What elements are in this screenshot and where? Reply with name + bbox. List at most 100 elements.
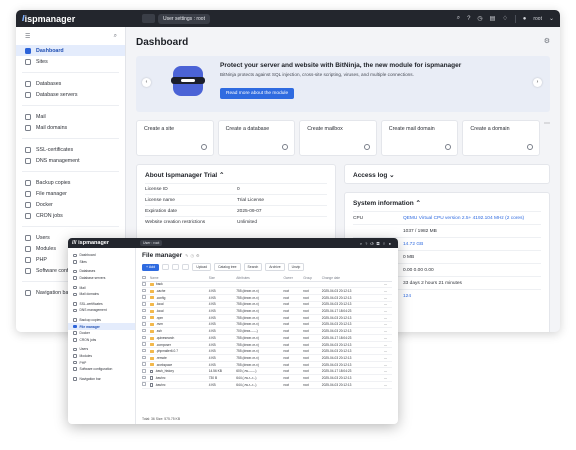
fm-sidebar-item-dns-management[interactable]: DNS management xyxy=(68,307,135,314)
search-button[interactable]: Search xyxy=(243,263,263,271)
row-checkbox[interactable] xyxy=(142,294,150,302)
table-row[interactable]: .npm 4 KB 755 (drwxr-xr-x) root root 2025-04-… xyxy=(142,314,392,322)
row-actions-icon[interactable]: ⋯ xyxy=(384,327,392,335)
table-row[interactable]: .remote 4 KB 755 (drwxr-xr-x) root root 2025-… xyxy=(142,354,392,362)
sidebar-search-icon[interactable]: ⌕ xyxy=(114,33,117,40)
row-checkbox[interactable] xyxy=(142,321,150,329)
row-checkbox[interactable] xyxy=(142,287,150,295)
row-checkbox[interactable] xyxy=(142,381,150,389)
sidebar-item-docker[interactable]: Docker xyxy=(16,199,125,210)
create-mail-domain-card[interactable]: Create mail domain xyxy=(380,120,459,156)
row-actions-icon[interactable]: ⋯ xyxy=(384,301,392,309)
history-icon[interactable]: ◷ xyxy=(477,15,482,22)
gear-icon[interactable]: ⚙ xyxy=(544,37,550,45)
row-checkbox[interactable] xyxy=(142,341,150,349)
row-checkbox[interactable] xyxy=(142,361,150,369)
read-more-button[interactable]: Read more about the module xyxy=(220,88,295,99)
table-row[interactable]: back ⋯ xyxy=(142,281,392,289)
trial-title[interactable]: About Ispmanager Trial ⌃ xyxy=(145,171,327,179)
carousel-prev-button[interactable]: ‹ xyxy=(142,78,151,87)
fm-top-icons[interactable]: ⌕?◷▤♢● xyxy=(360,241,394,246)
row-actions-icon[interactable]: ⋯ xyxy=(384,321,392,329)
fm-sidebar-item-dashboard[interactable]: Dashboard xyxy=(68,252,135,259)
file-name-cell[interactable]: .composer xyxy=(150,341,209,349)
sidebar-item-ssl-certificates[interactable]: SSL-certificates xyxy=(16,144,125,155)
catalog-tree-button[interactable]: Catalog tree xyxy=(214,263,241,271)
access-log-panel[interactable]: Access log ⌄ xyxy=(344,164,550,184)
row-checkbox[interactable] xyxy=(142,367,150,376)
table-row[interactable]: .nvm 4 KB 755 (drwxr-xr-x) root root 2025-04-… xyxy=(142,321,392,329)
fm-sidebar-item-cron-jobs[interactable]: CRON jobs xyxy=(68,337,135,344)
file-name-cell[interactable]: .bash_history xyxy=(150,367,209,376)
more-icon[interactable]: ⋯ xyxy=(544,120,550,156)
table-row[interactable]: .local 4 KB 755 (drwxr-xr-x) root root 2025-0… xyxy=(142,307,392,315)
system-info-title[interactable]: System information ⌃ xyxy=(353,199,541,207)
table-row[interactable]: .phpmailer6.0.7 4 KB 755 (drwxr-xr-x) root r… xyxy=(142,347,392,356)
breadcrumb-pill[interactable]: User settings : root xyxy=(158,13,210,24)
table-row[interactable]: .bashrc 4 KB 644 (-rw-r--r--) root root 2025-… xyxy=(142,381,392,389)
row-actions-icon[interactable]: ⋯ xyxy=(384,281,392,289)
add-button[interactable]: + Add xyxy=(142,263,160,271)
fm-sidebar-item-mail-domains[interactable]: Mail domains xyxy=(68,291,135,298)
file-name-cell[interactable]: .phpmailer6.0.7 xyxy=(150,347,209,356)
carousel-next-button[interactable]: › xyxy=(533,78,542,87)
upload-button[interactable]: Upload xyxy=(192,263,212,271)
file-name-cell[interactable]: .bashrc xyxy=(150,374,209,382)
table-row[interactable]: .composer 4 KB 755 (drwxr-xr-x) root root 202… xyxy=(142,341,392,349)
fm-sidebar-item-software-configuration[interactable]: Software configuration xyxy=(68,366,135,373)
fm-sidebar-item-file-manager[interactable]: File manager xyxy=(68,323,135,330)
table-row[interactable]: .cache 4 KB 755 (drwxr-xr-x) root root 2025-0… xyxy=(142,287,392,295)
row-actions-icon[interactable]: ⋯ xyxy=(384,287,392,295)
file-name-cell[interactable]: .local xyxy=(150,301,209,309)
sidebar-item-databases[interactable]: Databases xyxy=(16,78,125,89)
create-database-card[interactable]: Create a database xyxy=(217,120,296,156)
create-site-card[interactable]: Create a site xyxy=(136,120,214,156)
file-name-cell[interactable]: .ssh xyxy=(150,327,209,335)
table-row[interactable]: .workspace 4 KB 755 (drwxr-xr-x) root root 20… xyxy=(142,361,392,369)
sidebar-item-cron-jobs[interactable]: CRON jobs xyxy=(16,210,125,221)
table-row[interactable]: .quinesearch 4 KB 755 (drwxr-xr-x) root root… xyxy=(142,334,392,342)
system-info-value[interactable]: QEMU Virtual CPU version 2.5+ 4192.104 M… xyxy=(403,216,541,221)
file-name-cell[interactable]: .local xyxy=(150,307,209,315)
create-mailbox-card[interactable]: Create mailbox xyxy=(299,120,377,156)
row-actions-icon[interactable]: ⋯ xyxy=(384,381,392,389)
file-name-cell[interactable]: .nvm xyxy=(150,321,209,329)
copy-icon[interactable] xyxy=(172,264,180,270)
row-checkbox[interactable] xyxy=(142,354,150,362)
row-checkbox[interactable] xyxy=(142,307,150,315)
file-name-cell[interactable]: .npm xyxy=(150,314,209,322)
table-row[interactable]: .config 4 KB 755 (drwxr-xr-x) root root 2025-… xyxy=(142,294,392,302)
row-actions-icon[interactable]: ⋯ xyxy=(384,294,392,302)
sidebar-item-dns-management[interactable]: DNS management xyxy=(16,155,125,166)
file-name-cell[interactable]: .bashrc xyxy=(150,381,209,389)
row-actions-icon[interactable]: ⋯ xyxy=(384,367,392,376)
menu-icon[interactable]: ☰ xyxy=(25,33,30,40)
fm-sidebar-item-php[interactable]: PHP xyxy=(68,359,135,366)
fm-sidebar-item-modules[interactable]: Modules xyxy=(68,353,135,360)
sidebar-item-dashboard[interactable]: Dashboard xyxy=(16,45,125,56)
row-actions-icon[interactable]: ⋯ xyxy=(384,334,392,342)
row-actions-icon[interactable]: ⋯ xyxy=(384,354,392,362)
row-checkbox[interactable] xyxy=(142,314,150,322)
table-row[interactable]: .local 4 KB 755 (drwxr-xr-x) root root 2025-0… xyxy=(142,301,392,309)
search-icon[interactable]: ⌕ xyxy=(457,15,460,22)
file-name-cell[interactable]: .workspace xyxy=(150,361,209,369)
file-name-cell[interactable]: .cache xyxy=(150,287,209,295)
chevron-down-icon[interactable]: ⌄ xyxy=(549,15,554,22)
fm-breadcrumb[interactable]: User : root xyxy=(140,240,163,246)
table-row[interactable]: .ssh 4 KB 700 (drwx------) root root 2025-04-… xyxy=(142,327,392,335)
create-domain-card[interactable]: Create a domain xyxy=(462,120,540,156)
file-name-cell[interactable]: back xyxy=(150,281,209,289)
help-icon[interactable]: ? xyxy=(467,16,470,22)
user-switch-icon[interactable] xyxy=(142,14,155,23)
sidebar-item-sites[interactable]: Sites xyxy=(16,56,125,67)
fm-sidebar-item-sites[interactable]: Sites xyxy=(68,259,135,266)
fm-sidebar-item-databases[interactable]: Databases xyxy=(68,268,135,275)
edit-icon[interactable] xyxy=(162,264,170,270)
row-checkbox[interactable] xyxy=(142,327,150,335)
row-checkbox[interactable] xyxy=(142,347,150,356)
fm-sidebar-item-database-servers[interactable]: Database servers xyxy=(68,275,135,282)
user-icon[interactable]: ● xyxy=(523,16,527,22)
row-checkbox[interactable] xyxy=(142,301,150,309)
row-checkbox[interactable] xyxy=(142,334,150,342)
